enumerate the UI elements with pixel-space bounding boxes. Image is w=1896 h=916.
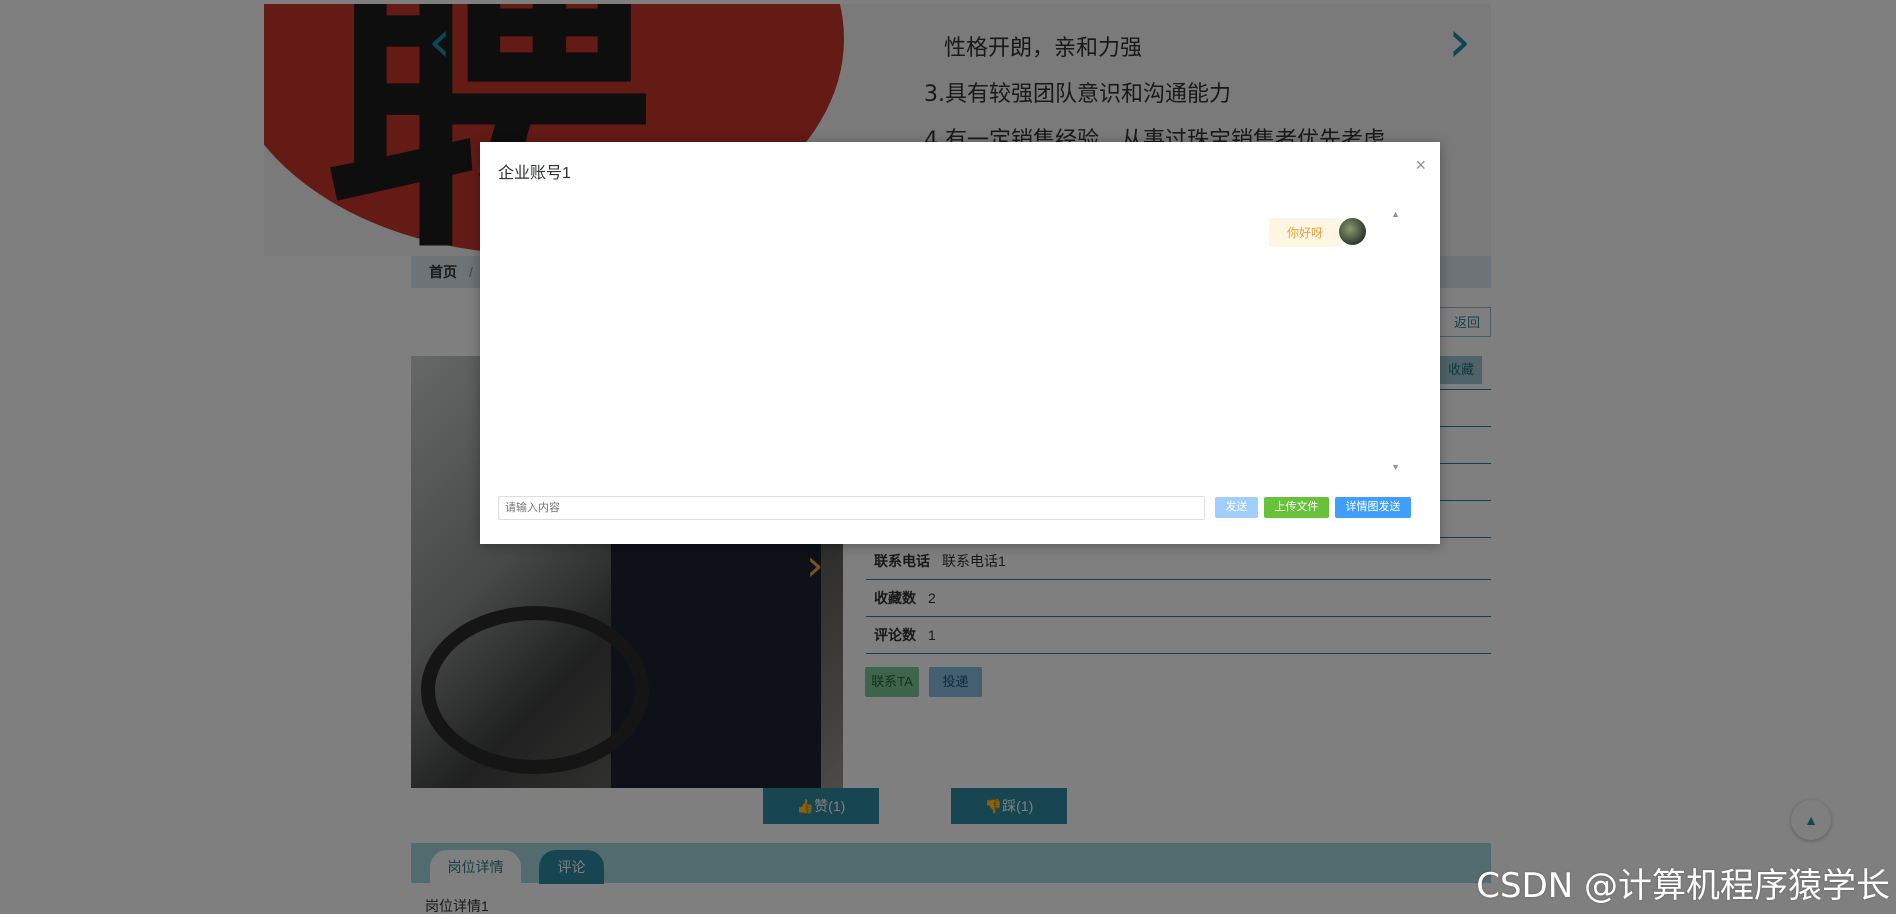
- chat-input[interactable]: [498, 496, 1205, 520]
- chat-message-bubble: 你好呀: [1268, 218, 1341, 247]
- close-icon[interactable]: ×: [1415, 156, 1426, 174]
- watermark: CSDN @计算机程序猿学长: [1476, 866, 1890, 906]
- scroll-up-icon[interactable]: ▲: [1391, 209, 1400, 219]
- chat-message-area[interactable]: 你好呀 ▲ ▼: [498, 208, 1426, 476]
- send-button[interactable]: 发送: [1215, 497, 1258, 518]
- detail-image-send-button[interactable]: 详情图发送: [1335, 497, 1411, 518]
- upload-file-button[interactable]: 上传文件: [1264, 497, 1329, 518]
- chat-dialog: 企业账号1 × 你好呀 ▲ ▼ 发送 上传文件 详情图发送: [480, 142, 1440, 544]
- mouse-cursor-icon: [1372, 220, 1392, 240]
- avatar: [1339, 218, 1366, 245]
- scroll-down-icon[interactable]: ▼: [1391, 462, 1400, 472]
- dialog-title: 企业账号1: [498, 165, 571, 182]
